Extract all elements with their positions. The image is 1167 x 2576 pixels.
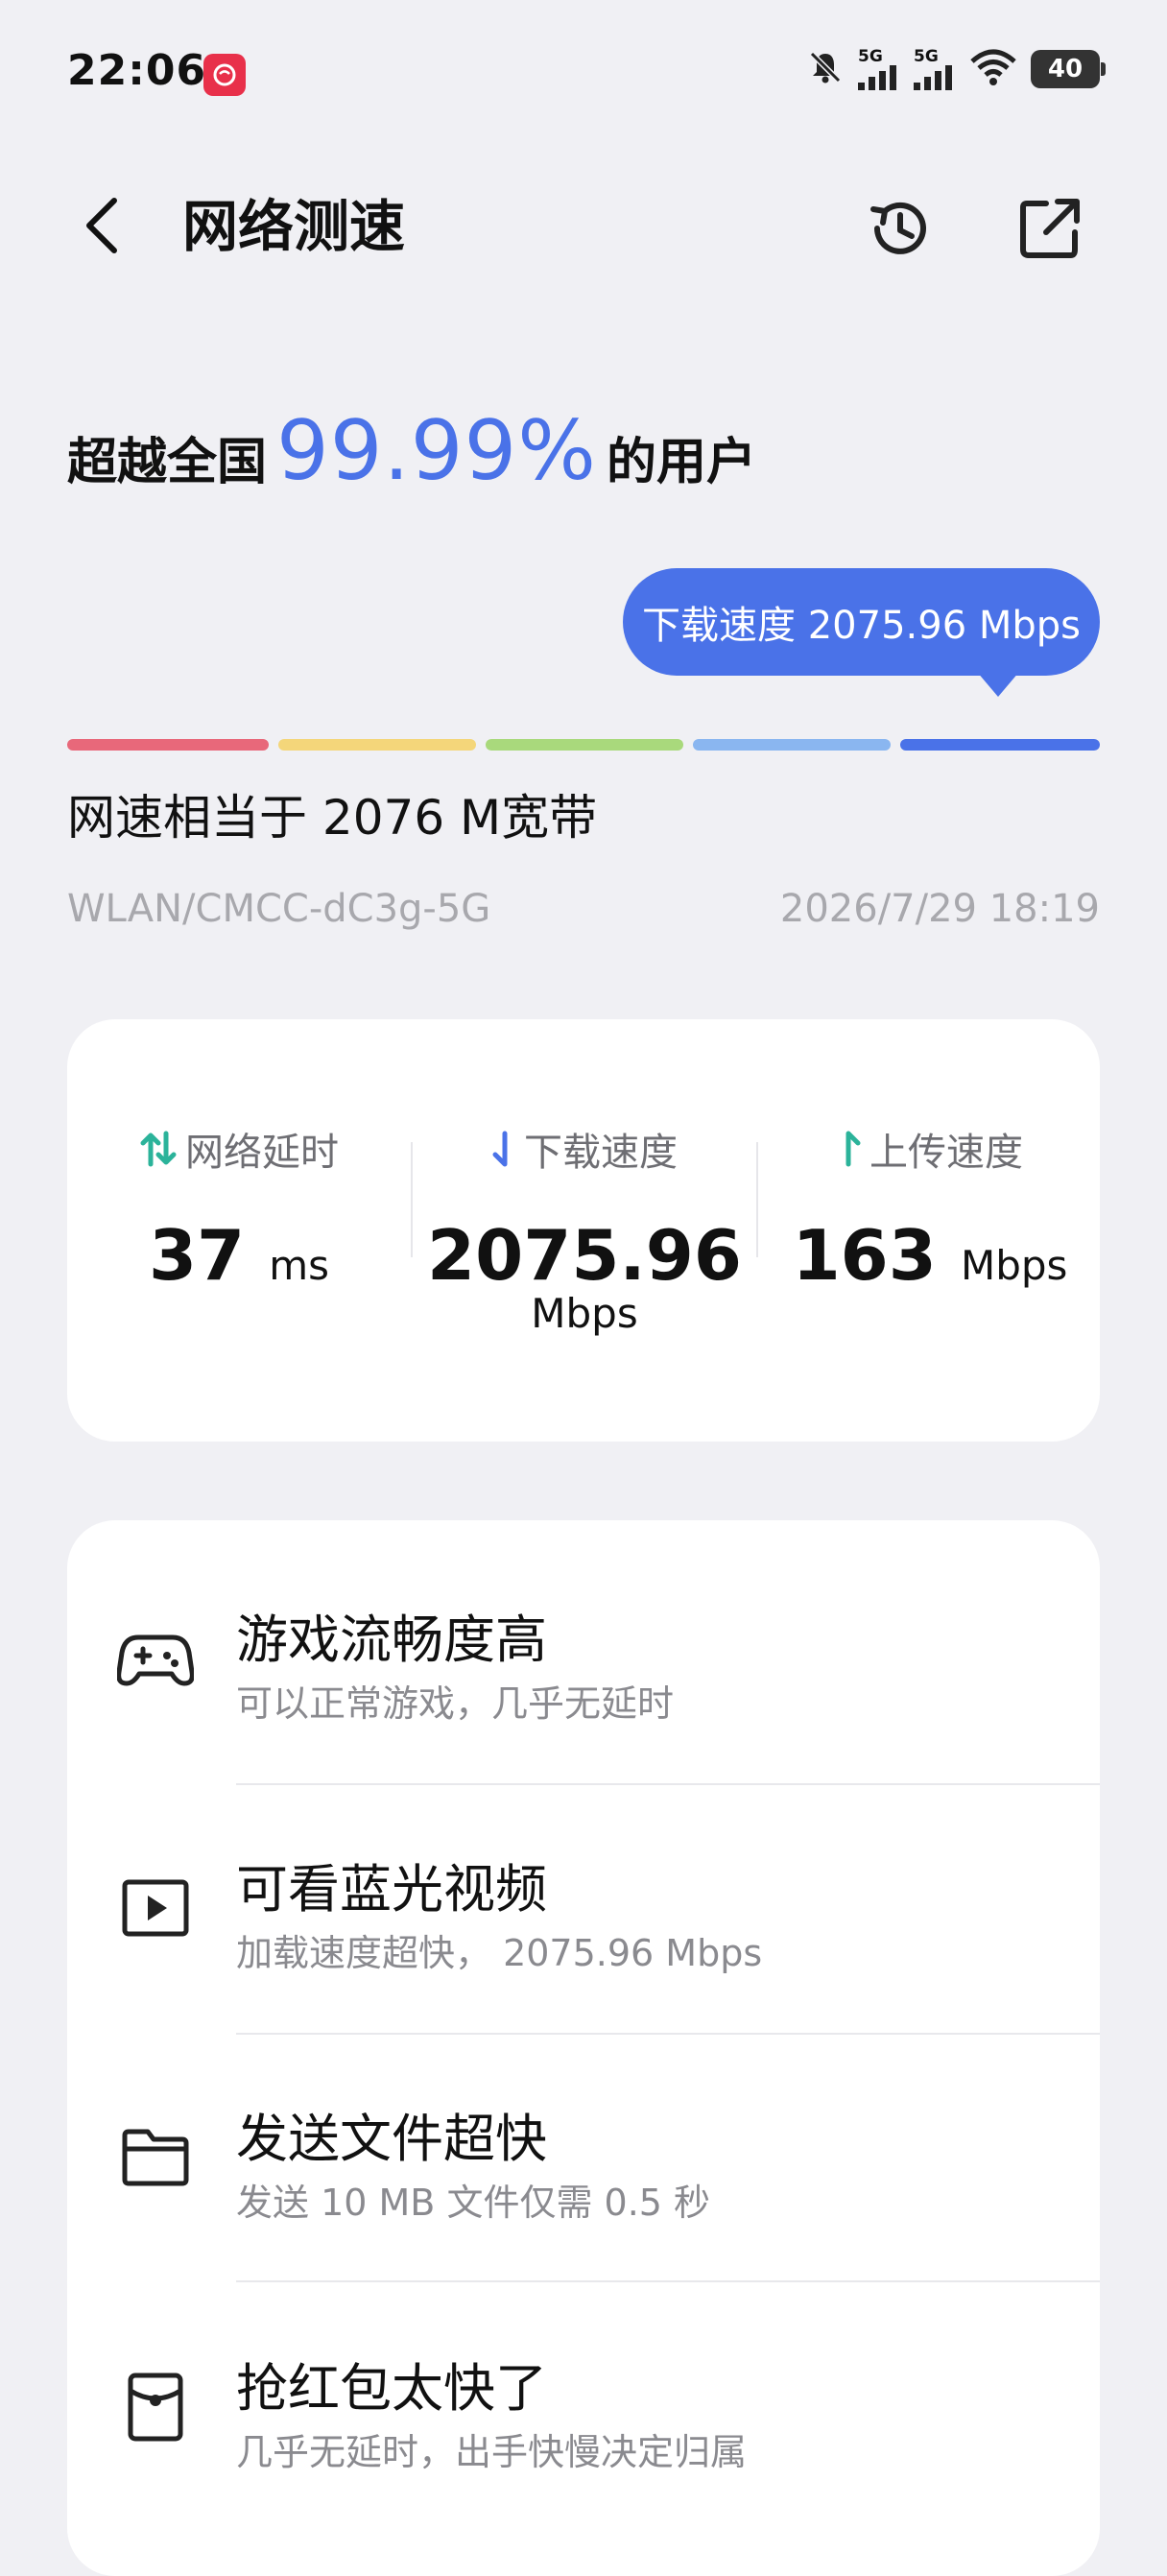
rank-headline: 超越全国 99.99% 的用户 [67, 403, 756, 499]
gamepad-icon [115, 1618, 196, 1699]
history-button[interactable] [864, 192, 937, 265]
network-type-label: 5G [858, 46, 883, 66]
feature-title: 可看蓝光视频 [236, 1859, 547, 1920]
rank-prefix: 超越全国 [67, 434, 268, 491]
bandwidth-equivalent: 网速相当于 2076 M宽带 [67, 790, 598, 846]
feature-title: 发送文件超快 [236, 2109, 547, 2169]
speed-level-segment [900, 739, 1100, 751]
metric-label: 下载速度 [524, 1131, 678, 1175]
share-icon [1020, 199, 1080, 258]
signal-icon: 5G [914, 46, 956, 90]
metric-value: 37 [148, 1215, 246, 1296]
share-button[interactable] [1013, 192, 1086, 265]
feature-title: 游戏流畅度高 [236, 1610, 547, 1670]
feature-separator [236, 1783, 1100, 1785]
feature-subtitle: 可以正常游戏，几乎无延时 [236, 1682, 675, 1725]
rank-percent: 99.99% [276, 403, 597, 499]
metric-download: 下载速度 2075.96 Mbps [413, 1121, 756, 1337]
download-arrow-icon [492, 1131, 508, 1167]
feature-separator [236, 2280, 1100, 2282]
speed-bubble: 下载速度 2075.96 Mbps [623, 568, 1100, 676]
feature-subtitle: 发送 10 MB 文件仅需 0.5 秒 [236, 2182, 711, 2224]
status-icons: 5G 5G 40 [806, 46, 1106, 90]
metric-unit: Mbps [531, 1290, 638, 1337]
metric-upload: 上传速度 163 Mbps [758, 1121, 1102, 1304]
page-title: 网络测速 [182, 194, 406, 259]
speed-level-segment [67, 739, 269, 751]
red-packet-icon [115, 2367, 196, 2447]
feature-subtitle: 几乎无延时，出手快慢决定归属 [236, 2431, 748, 2473]
metric-value: 2075.96 [427, 1215, 742, 1296]
speed-level-segment [278, 739, 476, 751]
metric-unit: ms [269, 1242, 330, 1289]
history-icon [870, 202, 926, 254]
chevron-left-icon [86, 198, 117, 253]
signal-icon: 5G [858, 46, 900, 90]
connection-name: WLAN/CMCC-dC3g-5G [67, 887, 491, 931]
metric-value: 163 [792, 1215, 937, 1296]
metric-label: 上传速度 [869, 1131, 1023, 1175]
back-button[interactable] [67, 192, 134, 259]
rank-suffix: 的用户 [606, 434, 756, 491]
metric-label: 网络延时 [185, 1131, 339, 1175]
test-datetime: 2026/7/29 18:19 [779, 887, 1100, 931]
folder-icon [115, 2117, 196, 2198]
speed-level-segment [486, 739, 683, 751]
metric-unit: Mbps [960, 1242, 1068, 1289]
battery-icon: 40 [1031, 50, 1106, 88]
upload-arrow-icon [845, 1131, 861, 1167]
latency-arrows-icon [140, 1131, 177, 1167]
feature-title: 抢红包太快了 [236, 2358, 547, 2419]
speed-level-segment [693, 739, 891, 751]
metric-latency: 网络延时 37 ms [67, 1121, 411, 1304]
network-type-label: 5G [914, 46, 939, 66]
feature-separator [236, 2033, 1100, 2035]
feature-subtitle: 加载速度超快， 2075.96 Mbps [236, 1932, 763, 1974]
app-badge-icon [203, 54, 246, 96]
wifi-icon [969, 48, 1017, 90]
status-time: 22:06 [67, 46, 207, 95]
speed-bubble-pointer [977, 672, 1019, 697]
mute-icon [806, 48, 845, 90]
video-play-icon [115, 1868, 196, 1948]
